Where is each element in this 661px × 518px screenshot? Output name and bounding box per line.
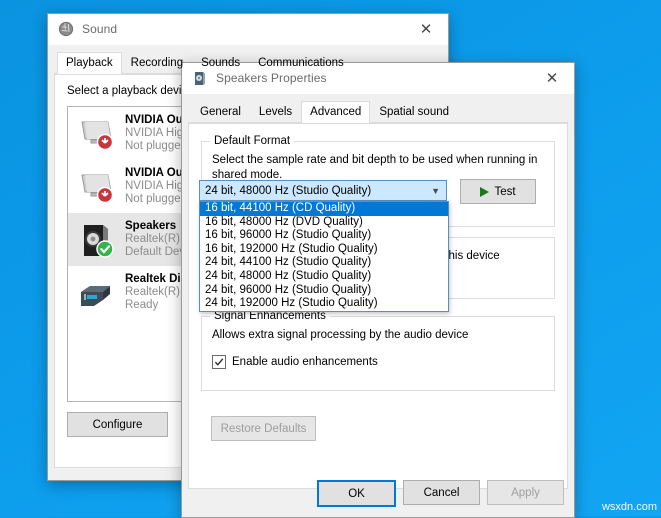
signal-enhancements-group: Signal Enhancements Allows extra signal … <box>201 316 555 391</box>
enable-audio-enhancements-label: Enable audio enhancements <box>232 356 378 368</box>
sound-window-title: Sound <box>82 22 117 36</box>
test-button-label: Test <box>494 186 515 198</box>
dropdown-option[interactable]: 16 bit, 48000 Hz (DVD Quality) <box>200 216 448 230</box>
default-format-combobox[interactable]: 24 bit, 48000 Hz (Studio Quality) ▼ <box>199 180 447 201</box>
properties-close-button[interactable]: ✕ <box>530 63 574 93</box>
tab-advanced[interactable]: Advanced <box>301 101 370 123</box>
dropdown-option[interactable]: 24 bit, 44100 Hz (Studio Quality) <box>200 256 448 270</box>
tab-sounds[interactable]: Sounds <box>192 52 249 74</box>
signal-enhancements-label: Signal Enhancements <box>210 310 330 322</box>
sound-speaker-icon <box>58 21 74 37</box>
tab-spatial-sound[interactable]: Spatial sound <box>370 101 458 123</box>
watermark: wsxdn.com <box>602 501 657 513</box>
monitor-icon <box>74 164 118 208</box>
dropdown-option[interactable]: 24 bit, 96000 Hz (Studio Quality) <box>200 284 448 298</box>
ok-button[interactable]: OK <box>317 480 396 507</box>
enable-audio-enhancements-checkbox[interactable] <box>212 355 226 369</box>
speakers-properties-window: Speakers Properties ✕ General Levels Adv… <box>181 62 575 518</box>
digital-output-icon <box>74 270 118 314</box>
default-format-dropdown-list[interactable]: 16 bit, 44100 Hz (CD Quality) 16 bit, 48… <box>199 201 449 312</box>
dialog-button-row: OK Cancel Apply <box>317 480 564 507</box>
dropdown-option[interactable]: 24 bit, 48000 Hz (Studio Quality) <box>200 270 448 284</box>
dropdown-option[interactable]: 16 bit, 44100 Hz (CD Quality) <box>200 202 448 216</box>
test-button[interactable]: Test <box>460 179 536 204</box>
sound-window-close-button[interactable]: ✕ <box>404 14 448 44</box>
enable-audio-enhancements-row[interactable]: Enable audio enhancements <box>212 355 378 369</box>
dropdown-option[interactable]: 16 bit, 192000 Hz (Studio Quality) <box>200 243 448 257</box>
speaker-icon <box>74 217 118 261</box>
tab-levels[interactable]: Levels <box>250 101 301 123</box>
monitor-icon <box>74 111 118 155</box>
chevron-down-icon: ▼ <box>431 186 440 196</box>
properties-tab-strip: General Levels Advanced Spatial sound <box>182 94 574 123</box>
dropdown-option[interactable]: 24 bit, 192000 Hz (Studio Quality) <box>200 297 448 311</box>
tab-communications[interactable]: Communications <box>249 52 353 74</box>
configure-button[interactable]: Configure <box>67 412 168 437</box>
dropdown-option[interactable]: 16 bit, 96000 Hz (Studio Quality) <box>200 229 448 243</box>
default-format-selected-value: 24 bit, 48000 Hz (Studio Quality) <box>205 185 371 197</box>
apply-button[interactable]: Apply <box>487 480 564 505</box>
default-format-label: Default Format <box>210 135 294 147</box>
tab-general[interactable]: General <box>191 101 250 123</box>
tab-playback[interactable]: Playback <box>57 52 122 74</box>
tab-recording[interactable]: Recording <box>122 52 192 74</box>
advanced-panel: Default Format Select the sample rate an… <box>188 123 568 489</box>
signal-enhancements-description: Allows extra signal processing by the au… <box>212 329 468 341</box>
restore-defaults-button[interactable]: Restore Defaults <box>211 416 316 441</box>
play-icon <box>480 187 489 197</box>
sound-window-titlebar: Sound ✕ <box>48 14 448 45</box>
cancel-button[interactable]: Cancel <box>403 480 480 505</box>
